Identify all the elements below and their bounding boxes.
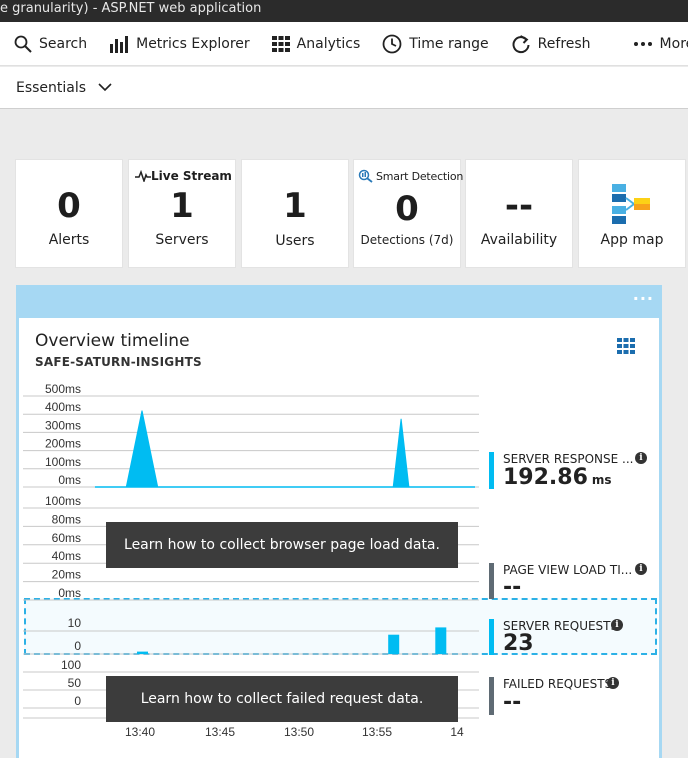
page-view-tick-label: 100ms — [45, 494, 81, 508]
refresh-button[interactable]: Refresh — [497, 22, 599, 66]
server-response-value: 192.86 ms — [503, 465, 612, 490]
metrics-explorer-button[interactable]: Metrics Explorer — [95, 22, 258, 66]
live-stream-tile[interactable]: Live Stream 1 Servers — [129, 160, 235, 267]
failed-request-tip[interactable]: Learn how to collect failed request data… — [106, 676, 458, 722]
time-axis-tick-label: 13:50 — [284, 725, 314, 739]
response-time-tick-label: 400ms — [45, 400, 81, 414]
server-response-number: 192.86 — [503, 465, 588, 490]
failed-requests-tick-label: 0 — [74, 694, 81, 708]
search-button[interactable]: Search — [0, 22, 95, 66]
analytics-button[interactable]: Analytics — [258, 22, 369, 66]
server-requests-tick-label: 0 — [74, 639, 81, 653]
panel-more-button[interactable]: ··· — [633, 289, 654, 308]
server-response-bar — [489, 452, 494, 489]
grid-table-icon — [271, 35, 290, 52]
server-requests-bar — [489, 619, 494, 655]
availability-label: Availability — [480, 232, 558, 248]
smart-detection-icon — [358, 169, 373, 183]
refresh-label: Refresh — [537, 35, 591, 52]
window-title: e granularity) - ASP.NET web application — [0, 1, 262, 16]
app-map-tile[interactable]: App map — [579, 160, 685, 267]
metrics-explorer-label: Metrics Explorer — [136, 35, 250, 52]
command-toolbar: Search Metrics Explorer Analytics Time r… — [0, 22, 688, 66]
servers-label: Servers — [155, 232, 209, 248]
essentials-label: Essentials — [16, 79, 87, 96]
server-requests-tick-label: 10 — [68, 616, 82, 630]
info-icon[interactable]: i — [607, 677, 619, 689]
pulse-icon — [135, 170, 151, 182]
alerts-label: Alerts — [48, 232, 90, 248]
response-time-area — [94, 410, 456, 488]
bar-chart-icon — [110, 35, 129, 53]
failed-request-tip-text: Learn how to collect failed request data… — [140, 691, 424, 707]
server-requests-bar-mark — [388, 634, 400, 654]
users-tile[interactable]: 1 Users — [242, 160, 348, 267]
response-time-tick-label: 300ms — [45, 418, 81, 432]
app-map-icon — [612, 184, 650, 224]
page-view-tick-label: 60ms — [52, 531, 81, 545]
smart-detection-header: Smart Detection — [358, 169, 463, 183]
search-icon — [14, 35, 32, 53]
live-stream-header: Live Stream — [135, 169, 232, 183]
clock-icon — [382, 34, 402, 53]
time-range-button[interactable]: Time range — [368, 22, 496, 66]
ellipsis-icon — [633, 41, 652, 46]
time-axis-tick-label: 13:45 — [205, 725, 235, 739]
response-time-tick-label: 0ms — [58, 473, 81, 487]
failed-requests-name: FAILED REQUESTS — [503, 677, 613, 691]
live-stream-label: Live Stream — [151, 169, 232, 183]
info-icon[interactable]: i — [611, 619, 623, 631]
analytics-label: Analytics — [296, 35, 361, 52]
time-axis-tick-label: 13:40 — [125, 725, 155, 739]
server-requests-bar-mark — [435, 627, 447, 654]
response-time-tick-label: 500ms — [45, 382, 81, 396]
page-view-load-bar — [489, 563, 494, 599]
page-view-tick-label: 20ms — [52, 568, 81, 582]
server-response-unit: ms — [591, 473, 612, 487]
time-range-label: Time range — [409, 35, 489, 52]
server-response-name: SERVER RESPONSE ... — [503, 452, 634, 466]
page-view-load-name: PAGE VIEW LOAD TI... — [503, 563, 633, 577]
detections-count: 0 — [395, 189, 419, 229]
page-view-load-value: -- — [503, 575, 522, 600]
smart-detection-label: Smart Detection — [376, 169, 464, 183]
alerts-tile[interactable]: 0 Alerts — [16, 160, 122, 267]
users-label: Users — [275, 233, 315, 249]
more-label: More — [659, 35, 688, 52]
server-requests-bar-mark — [137, 651, 148, 654]
info-icon[interactable]: i — [635, 452, 647, 464]
servers-count: 1 — [170, 186, 194, 226]
availability-value: -- — [504, 186, 534, 226]
failed-requests-tick-label: 100 — [61, 658, 81, 672]
page-view-tick-label: 0ms — [58, 586, 81, 600]
failed-requests-value: -- — [503, 690, 522, 715]
failed-requests-bar — [489, 677, 494, 715]
time-axis-tick-label: 13:55 — [362, 725, 392, 739]
chevron-down-icon — [98, 83, 112, 92]
availability-tile[interactable]: -- Availability — [466, 160, 572, 267]
overview-timeline-panel[interactable]: Overview timeline SAFE-SATURN-INSIGHTS 5… — [16, 318, 662, 758]
smart-detection-tile[interactable]: Smart Detection 0 Detections (7d) — [354, 160, 463, 267]
server-requests-value: 23 — [503, 631, 534, 656]
failed-requests-tick-label: 50 — [68, 676, 82, 690]
page-view-tick-label: 80ms — [52, 512, 81, 526]
essentials-toggle[interactable]: Essentials — [0, 67, 688, 109]
refresh-icon — [512, 34, 530, 53]
response-time-tick-label: 100ms — [45, 455, 81, 469]
alerts-count: 0 — [57, 186, 81, 226]
window-title-bar: e granularity) - ASP.NET web application — [0, 0, 688, 22]
info-icon[interactable]: i — [635, 563, 647, 575]
time-axis-tick-label: 14 — [450, 725, 464, 739]
detections-label: Detections (7d) — [360, 233, 454, 247]
users-count: 1 — [283, 186, 307, 226]
browser-data-tip[interactable]: Learn how to collect browser page load d… — [106, 522, 458, 568]
page-view-tick-label: 40ms — [52, 549, 81, 563]
response-time-tick-label: 200ms — [45, 437, 81, 451]
browser-data-tip-text: Learn how to collect browser page load d… — [124, 537, 440, 553]
app-map-label: App map — [600, 232, 664, 248]
overview-panel-header: ··· — [16, 285, 662, 319]
more-button[interactable]: More — [619, 22, 688, 66]
search-label: Search — [39, 35, 88, 52]
